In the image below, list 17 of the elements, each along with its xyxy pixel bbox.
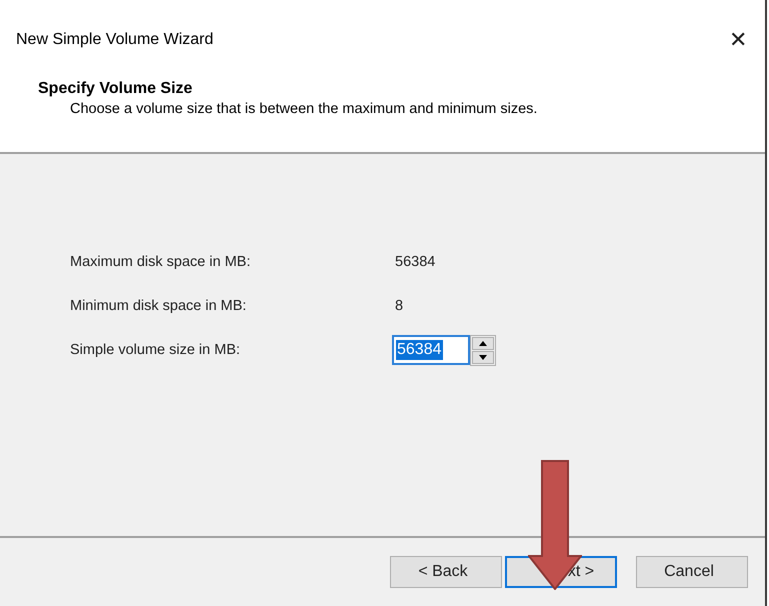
wizard-button[interactable]: < Back: [390, 556, 502, 588]
down-triangle-icon: [479, 354, 487, 360]
size-input[interactable]: 56384: [392, 335, 470, 365]
close-button[interactable]: ✕: [725, 27, 751, 53]
up-triangle-icon: [479, 340, 487, 346]
field-label: Minimum disk space in MB:: [70, 298, 248, 314]
field-label: Simple volume size in MB:: [70, 342, 242, 358]
window-title: New Simple Volume Wizard: [16, 31, 214, 49]
down-arrow-icon: [528, 460, 582, 590]
page-subtitle: Choose a volume size that is between the maximum and minimum sizes.: [69, 101, 538, 117]
field-label: Maximum disk space in MB:: [70, 254, 252, 270]
spin-down-button[interactable]: [472, 350, 494, 364]
page-title: Specify Volume Size: [38, 80, 194, 98]
field-value: 8: [394, 298, 404, 314]
field-value: 56384: [394, 254, 436, 270]
spin-up-button[interactable]: [472, 336, 494, 350]
wizard-button[interactable]: Cancel: [636, 556, 748, 588]
